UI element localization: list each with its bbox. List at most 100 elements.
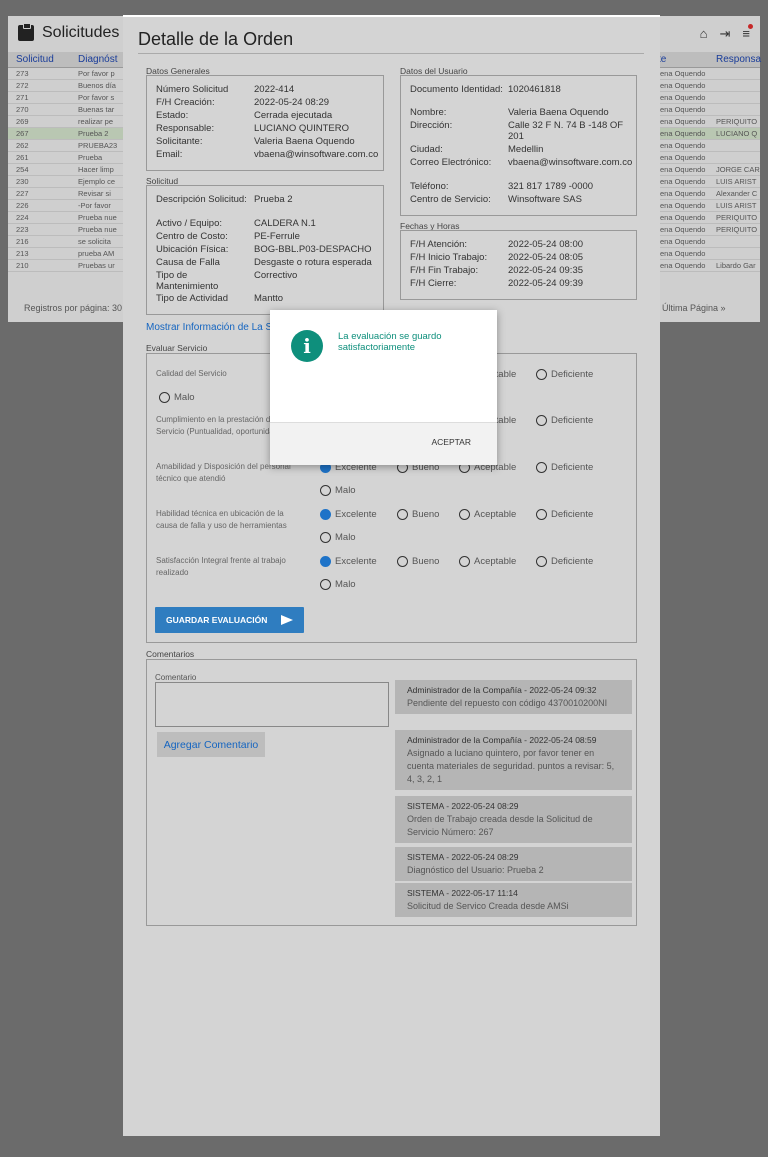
rating-option-bueno[interactable]: Bueno [397,509,439,520]
dialog-message: La evaluación se guardo satisfactoriamen… [338,331,442,353]
rating-option-deficiente[interactable]: Deficiente [536,509,593,520]
clipboard-icon [18,23,34,41]
home-icon[interactable]: ⌂ [700,26,708,42]
radio-button[interactable] [536,509,547,520]
field-value: 2022-05-24 09:35 [508,265,584,276]
rating-option-malo[interactable]: Malo [320,579,356,590]
radio-button[interactable] [397,509,408,520]
rating-option-malo[interactable]: Malo [320,532,356,543]
rating-option-excelente[interactable]: Excelente [320,556,377,567]
rating-option-malo[interactable]: Malo [320,485,356,496]
rows-per-page[interactable]: Registros por página: 30 [24,303,122,313]
field-value: 2022-414 [254,84,295,95]
field-value: Mantto [254,293,284,304]
field-label: Correo Electrónico: [410,157,492,168]
field-label: Email: [156,149,183,160]
comment-item: SISTEMA - 2022-05-17 11:14 Solicitud de S… [395,883,632,917]
row-diagnostic: -Por favor [78,201,111,210]
row-requester: ena Oquendo [660,213,706,222]
row-owner: PERIQUITO [716,225,758,234]
radio-button[interactable] [536,462,547,473]
row-requester: ena Oquendo [660,105,706,114]
radio-button[interactable] [159,392,170,403]
row-id: 262 [16,141,29,150]
list-title: Solicitudes [42,24,120,41]
row-owner: Libardo Gar [716,261,756,270]
radio-button[interactable] [459,556,470,567]
row-diagnostic: Por favor p [78,69,115,78]
show-more-info-link[interactable]: Mostrar Información de La S [146,322,272,333]
row-requester: ena Oquendo [660,177,706,186]
field-label: Tipo de Mantenimiento [156,270,219,292]
radio-button[interactable] [320,532,331,543]
row-diagnostic: se solicita [78,237,111,246]
row-requester: ena Oquendo [660,153,706,162]
row-requester: ena Oquendo [660,165,706,174]
row-requester: ena Oquendo [660,261,706,270]
logout-icon[interactable]: ⇥ [720,26,731,42]
field-value: 321 817 1789 -0000 [508,181,594,192]
row-owner: Alexander C [716,189,758,198]
title-divider [138,53,644,54]
comment-header: Administrador de la Compañía - 2022-05-2… [407,685,597,695]
field-label: Dirección: [410,120,453,131]
comment-textarea[interactable] [155,682,389,727]
row-id: 271 [16,93,29,102]
row-id: 272 [16,81,29,90]
radio-button[interactable] [536,369,547,380]
row-requester: ena Oquendo [660,129,706,138]
radio-button[interactable] [320,509,331,520]
rating-option-deficiente[interactable]: Deficiente [536,415,593,426]
radio-button[interactable] [459,509,470,520]
row-requester: ena Oquendo [660,81,706,90]
rating-option-malo[interactable]: Malo [159,392,195,403]
rating-option-deficiente[interactable]: Deficiente [536,462,593,473]
accept-button[interactable]: ACEPTAR [431,437,471,447]
field-value: LUCIANO QUINTERO [254,123,350,134]
row-id: 210 [16,261,29,270]
radio-button[interactable] [536,415,547,426]
row-id: 273 [16,69,29,78]
row-id: 261 [16,153,29,162]
radio-button[interactable] [536,556,547,567]
column-header-solicitud[interactable]: Solicitud [8,54,78,65]
field-label: Causa de Falla [156,257,220,268]
row-id: 227 [16,189,29,198]
comment-body: Pendiente del repuesto con código 437001… [407,698,608,708]
evaluation-question: Satisfacción Integral frente al trabajo … [156,556,286,577]
field-label: F/H Fin Trabajo: [410,265,479,276]
field-label: Ciudad: [410,144,443,155]
field-value: Prueba 2 [254,194,293,205]
panel-title: Detalle de la Orden [138,29,294,49]
row-id: 254 [16,165,29,174]
field-label: Número Solicitud [156,84,229,95]
row-diagnostic: realizar pe [78,117,114,126]
radio-button[interactable] [397,556,408,567]
row-diagnostic: Prueba [78,153,103,162]
field-value: Winsoftware SAS [508,194,582,205]
save-evaluation-label: GUARDAR EVALUACIÓN [166,615,268,625]
comment-header: SISTEMA - 2022-05-24 08:29 [407,801,519,811]
column-header-responsable[interactable]: Responsa [716,54,761,65]
rating-option-aceptable[interactable]: Aceptable [459,556,516,567]
row-diagnostic: PRUEBA23 [78,141,118,150]
rating-option-deficiente[interactable]: Deficiente [536,369,593,380]
rating-option-aceptable[interactable]: Aceptable [459,509,516,520]
rating-option-excelente[interactable]: Excelente [320,509,377,520]
radio-button[interactable] [320,485,331,496]
rating-option-label: Deficiente [551,556,594,567]
radio-button[interactable] [320,556,331,567]
radio-button[interactable] [320,579,331,590]
field-value: PE-Ferrule [254,231,300,242]
add-comment-button[interactable]: Agregar Comentario [157,732,265,757]
rating-option-deficiente[interactable]: Deficiente [536,556,593,567]
notifications-icon[interactable]: ≡ [742,24,753,42]
row-owner: LUIS ARIST [716,201,757,210]
save-evaluation-button[interactable]: GUARDAR EVALUACIÓN [155,607,304,633]
rating-option-label: Malo [335,532,356,543]
field-label: Responsable: [156,123,215,134]
rating-option-label: Malo [335,579,356,590]
row-owner: LUIS ARIST [716,177,757,186]
last-page-link[interactable]: Última Página » [662,303,726,313]
rating-option-bueno[interactable]: Bueno [397,556,439,567]
